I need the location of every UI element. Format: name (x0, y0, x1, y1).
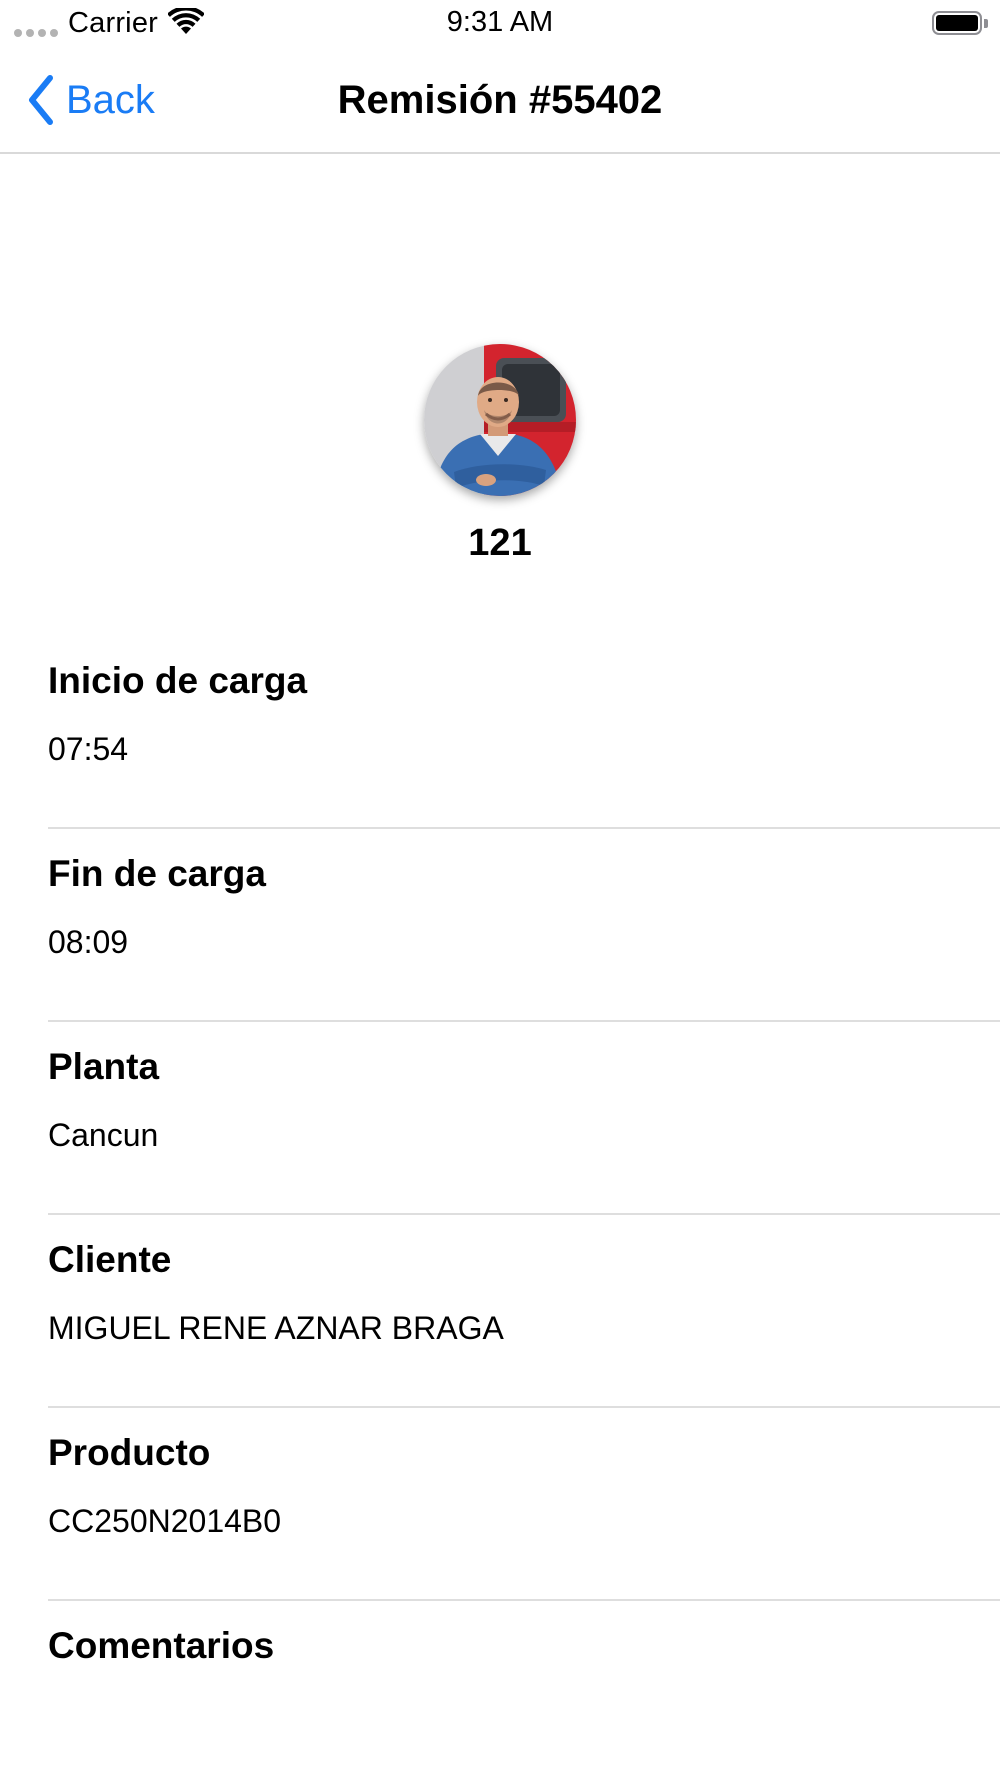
detail-row-inicio-de-carga: Inicio de carga 07:54 (48, 636, 1000, 829)
detail-row-producto: Producto CC250N2014B0 (48, 1408, 1000, 1601)
detail-row-cliente: Cliente MIGUEL RENE AZNAR BRAGA (48, 1215, 1000, 1408)
detail-label: Inicio de carga (48, 660, 308, 701)
detail-row-comentarios: Comentarios (48, 1601, 1000, 1778)
detail-row-fin-de-carga: Fin de carga 08:09 (48, 829, 1000, 1022)
unit-number: 121 (468, 522, 532, 564)
detail-label: Cliente (48, 1239, 172, 1280)
navigation-bar: Back Remisión #55402 (0, 50, 1000, 154)
details-list: Inicio de carga 07:54 Fin de carga 08:09… (0, 636, 1000, 1778)
detail-value: MIGUEL RENE AZNAR BRAGA (48, 1310, 504, 1346)
detail-label: Fin de carga (48, 853, 266, 894)
battery-icon (932, 11, 988, 37)
detail-row-planta: Planta Cancun (48, 1022, 1000, 1215)
status-bar: Carrier 9:31 AM (0, 0, 1000, 50)
detail-value: CC250N2014B0 (48, 1503, 282, 1539)
detail-value: 08:09 (48, 924, 129, 960)
page-title: Remisión #55402 (337, 78, 663, 122)
detail-label: Comentarios (48, 1625, 275, 1666)
detail-value: Cancun (48, 1117, 159, 1153)
detail-value: 07:54 (48, 731, 129, 767)
detail-label: Planta (48, 1046, 160, 1087)
detail-label: Producto (48, 1432, 211, 1473)
screen: Carrier 9:31 AM Back Remisión #55402 121… (0, 0, 1000, 1778)
avatar (424, 344, 576, 496)
status-time: 9:31 AM (446, 6, 554, 38)
